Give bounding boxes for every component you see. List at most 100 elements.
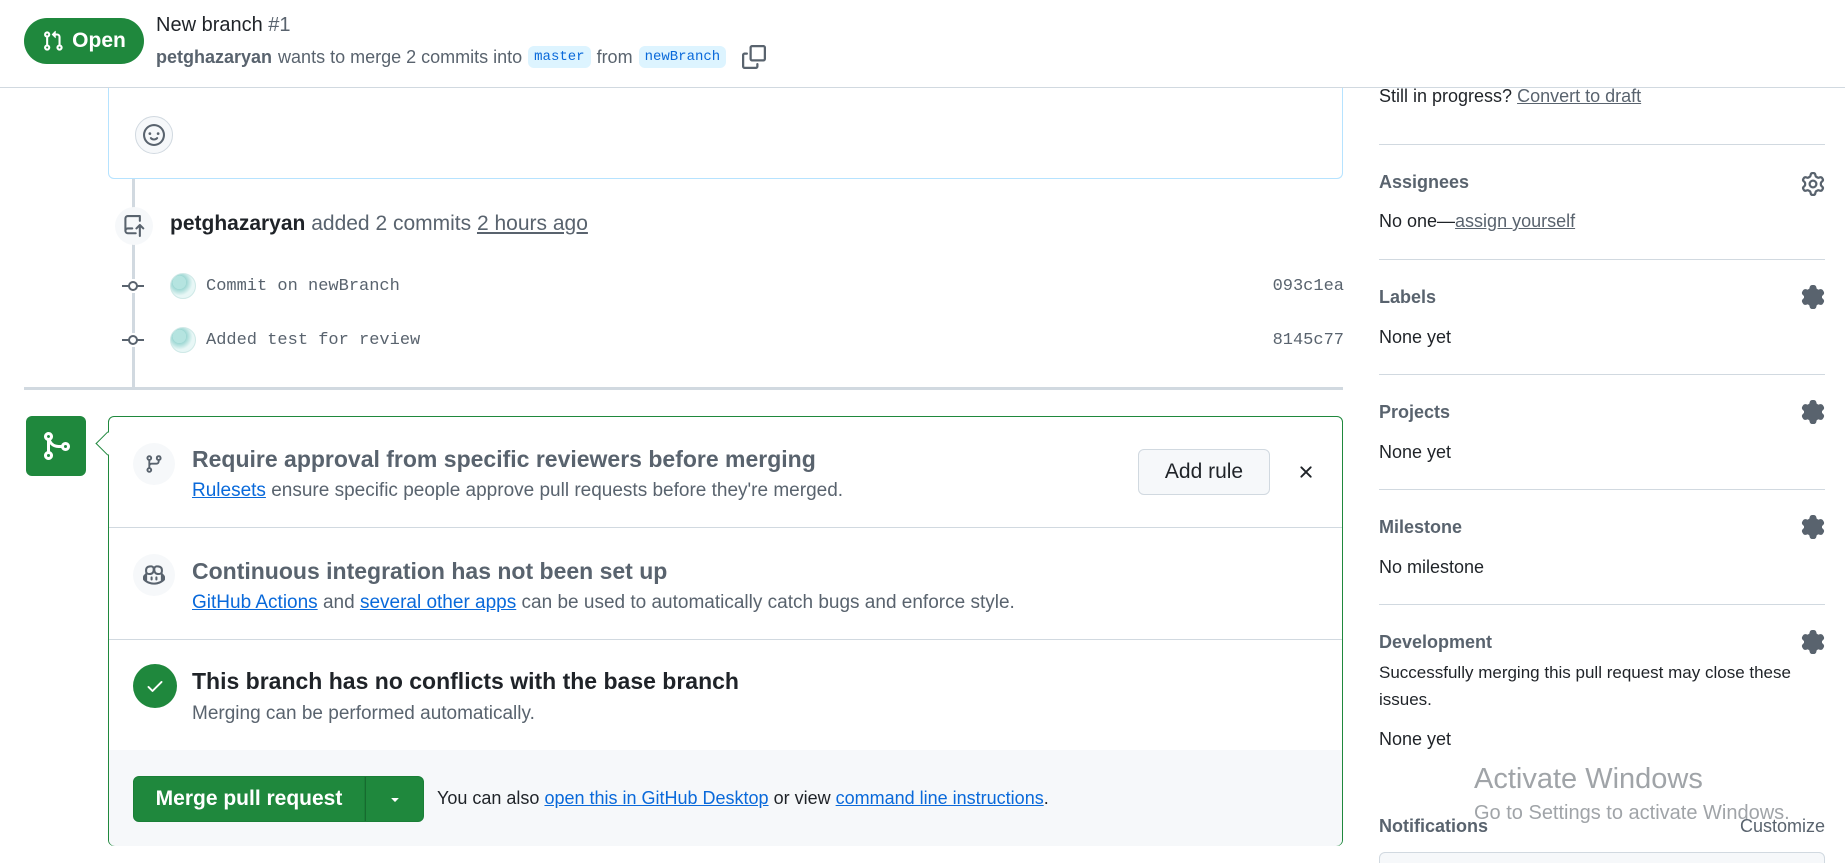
check-icon: [147, 681, 163, 692]
gear-icon[interactable]: [1801, 285, 1825, 309]
head-branch-tag[interactable]: newBranch: [638, 46, 727, 68]
merge-alternatives-note: You can also open this in GitHub Desktop…: [437, 788, 1049, 809]
close-icon[interactable]: [1296, 462, 1316, 482]
base-branch-tag[interactable]: master: [528, 46, 591, 68]
milestone-heading[interactable]: Milestone: [1379, 517, 1462, 538]
ci-desc-text: can be used to automatically catch bugs …: [521, 592, 1015, 613]
sidebar-assignees: Assignees No one—assign yourself: [1379, 144, 1825, 259]
push-action-text: added 2 commits: [311, 212, 472, 235]
merge-options-dropdown[interactable]: [365, 776, 424, 822]
add-rule-button[interactable]: Add rule: [1138, 449, 1270, 495]
ruleset-desc-text: ensure specific people approve pull requ…: [271, 480, 844, 501]
ci-title: Continuous integration has not been set …: [192, 558, 668, 584]
push-time-link[interactable]: 2 hours ago: [477, 212, 588, 235]
git-commit-icon: [120, 333, 146, 347]
activate-windows-subtitle: Go to Settings to activate Windows.: [1474, 802, 1790, 824]
convert-to-draft-link[interactable]: Convert to draft: [1517, 86, 1641, 106]
pr-meta: petghazaryan wants to merge 2 commits in…: [156, 45, 767, 69]
pull-request-icon: [44, 30, 63, 51]
labels-heading[interactable]: Labels: [1379, 287, 1436, 308]
pr-merge-text: wants to merge 2 commits into: [278, 46, 523, 67]
conflicts-description: Merging can be performed automatically.: [192, 703, 535, 724]
ruleset-description: Rulesets ensure specific people approve …: [192, 480, 843, 502]
smiley-icon: [143, 124, 165, 146]
gear-icon[interactable]: [1801, 515, 1825, 539]
conflicts-section: This branch has no conflicts with the ba…: [109, 640, 1342, 750]
assignees-heading[interactable]: Assignees: [1379, 172, 1469, 193]
triangle-down-icon: [390, 798, 399, 802]
pr-title-text: New branch: [156, 14, 263, 36]
merge-status-badge: [26, 416, 86, 476]
commit-message-link[interactable]: Added test for review: [206, 331, 420, 350]
pr-from-text: from: [596, 46, 633, 67]
copy-icon[interactable]: [742, 45, 767, 69]
rulesets-link[interactable]: Rulesets: [192, 480, 266, 501]
commit-message-link[interactable]: Commit on newBranch: [206, 277, 400, 296]
note-mid: or view: [773, 788, 831, 808]
check-icon-circle: [133, 664, 177, 708]
timeline-divider: [24, 387, 1343, 390]
push-event-text: petghazaryan added 2 commits 2 hours ago: [170, 212, 588, 236]
gear-icon[interactable]: [1801, 172, 1825, 196]
projects-value: None yet: [1379, 442, 1452, 462]
merge-footer: Merge pull request You can also open thi…: [109, 750, 1342, 846]
pr-state-label: Open: [72, 29, 126, 52]
branch-icon-circle: [133, 443, 175, 485]
other-apps-link[interactable]: several other apps: [360, 592, 516, 613]
sidebar-labels: Labels None yet: [1379, 259, 1825, 374]
github-desktop-link[interactable]: open this in GitHub Desktop: [544, 788, 768, 808]
commit-sha-link[interactable]: 8145c77: [1273, 331, 1344, 350]
git-commit-icon: [120, 279, 146, 293]
activate-windows-title: Activate Windows: [1474, 763, 1703, 795]
commit-row: Commit on newBranch 093c1ea: [120, 271, 1344, 301]
ruleset-title: Require approval from specific reviewers…: [192, 446, 816, 472]
ci-section: Continuous integration has not been set …: [109, 528, 1342, 640]
assign-yourself-link[interactable]: assign yourself: [1455, 211, 1575, 231]
pr-sticky-header: Open New branch #1 petghazaryan wants to…: [0, 0, 1845, 88]
labels-value: None yet: [1379, 327, 1452, 347]
merge-button-group: Merge pull request: [133, 776, 424, 822]
notifications-heading: Notifications: [1379, 816, 1489, 836]
conflicts-title: This branch has no conflicts with the ba…: [192, 668, 739, 694]
milestone-value: No milestone: [1379, 557, 1485, 577]
projects-heading[interactable]: Projects: [1379, 402, 1450, 423]
actions-icon-circle: [133, 554, 175, 596]
push-event-badge: [115, 207, 153, 245]
development-value: None yet: [1379, 729, 1452, 749]
merge-box: Require approval from specific reviewers…: [108, 416, 1343, 846]
ci-and-text: and: [322, 592, 355, 613]
pr-number: #1: [268, 14, 291, 36]
ci-description: GitHub Actions and several other apps ca…: [192, 592, 1015, 614]
draft-prompt: Still in progress? Convert to draft: [1379, 86, 1641, 107]
assignees-value: No one—assign yourself: [1379, 211, 1575, 232]
commit-sha-link[interactable]: 093c1ea: [1273, 277, 1344, 296]
sidebar-projects: Projects None yet: [1379, 374, 1825, 489]
command-line-link[interactable]: command line instructions: [836, 788, 1044, 808]
note-end: .: [1043, 788, 1049, 808]
sidebar-milestone: Milestone No milestone: [1379, 489, 1825, 604]
pr-title: New branch #1: [156, 14, 291, 37]
development-description: Successfully merging this pull request m…: [1379, 663, 1791, 709]
commit-row: Added test for review 8145c77: [120, 325, 1344, 355]
merge-pull-request-button[interactable]: Merge pull request: [133, 776, 365, 822]
copilot-robot-icon: [143, 565, 165, 585]
gear-icon[interactable]: [1801, 400, 1825, 424]
draft-prompt-text: Still in progress?: [1379, 86, 1513, 106]
note-prefix: You can also: [437, 788, 540, 808]
github-actions-link[interactable]: GitHub Actions: [192, 592, 318, 613]
commit-author-avatar[interactable]: [170, 327, 196, 353]
development-heading[interactable]: Development: [1379, 632, 1492, 653]
commit-author-avatar[interactable]: [170, 273, 196, 299]
assignees-none-text: No one—: [1379, 211, 1456, 231]
repo-push-icon: [124, 215, 145, 237]
gear-icon[interactable]: [1801, 630, 1825, 654]
pr-author-link[interactable]: petghazaryan: [156, 47, 272, 68]
sidebar-development: Development Successfully merging this pu…: [1379, 604, 1825, 789]
push-author-link[interactable]: petghazaryan: [170, 212, 305, 235]
ruleset-section: Require approval from specific reviewers…: [109, 417, 1342, 528]
git-merge-icon: [44, 432, 71, 460]
git-branch-icon: [146, 455, 162, 473]
add-reaction-button[interactable]: [135, 116, 173, 154]
subscribe-button[interactable]: [1379, 852, 1825, 863]
comment-box: [108, 88, 1343, 179]
